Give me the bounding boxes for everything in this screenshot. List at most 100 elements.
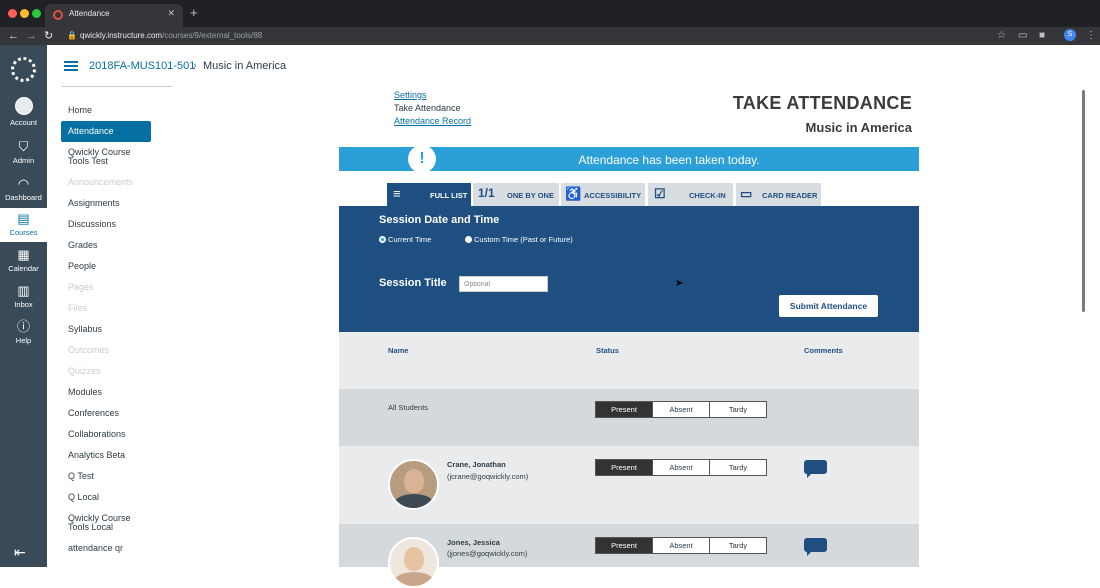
table-header: Name Status Comments [339, 332, 919, 389]
tab-full-list[interactable]: ≡ FULL LIST [387, 183, 471, 206]
session-panel: Session Date and Time Current Time Custo… [339, 206, 919, 332]
course-nav-item: Pages [68, 282, 94, 292]
absent-button[interactable]: Absent [652, 402, 709, 417]
course-nav-item[interactable]: Conferences [61, 403, 151, 424]
tab-check-in[interactable]: ☑ CHECK-IN [648, 183, 733, 206]
breadcrumb-current: Music in America [203, 60, 287, 72]
page-subtitle: Music in America [805, 120, 912, 135]
breadcrumb-course-link[interactable]: 2018FA-MUS101-501 [89, 60, 195, 72]
course-nav-item[interactable]: attendance qr [61, 538, 151, 559]
gnav-dashboard[interactable]: ◠ Dashboard [0, 177, 47, 207]
browser-tab[interactable]: Attendance ✕ [45, 4, 183, 27]
check-in-icon: ☑ [654, 186, 666, 201]
attendance-record-link[interactable]: Attendance Record [394, 115, 471, 128]
browser-toolbar: ← → ↻ 🔒 qwickly.instructure.com/courses/… [0, 27, 1100, 45]
tab-one-by-one[interactable]: 1/1 ONE BY ONE [473, 183, 559, 206]
list-icon: ≡ [393, 186, 401, 201]
canvas-logo-icon[interactable] [11, 57, 36, 82]
tab-card-reader[interactable]: ▭ CARD READER [736, 183, 821, 206]
session-date-heading: Session Date and Time [379, 214, 500, 226]
comment-bubble-icon[interactable] [804, 538, 827, 556]
course-menu-toggle-icon[interactable] [64, 61, 78, 71]
gnav-label: Courses [9, 228, 38, 237]
submit-attendance-button[interactable]: Submit Attendance [779, 295, 878, 317]
table-row: Jones, Jessica (jjones@goqwickly.com) Pr… [339, 524, 919, 588]
present-button[interactable]: Present [596, 402, 652, 417]
present-button[interactable]: Present [596, 460, 652, 475]
course-nav-item[interactable]: Home [61, 100, 151, 121]
mouse-cursor-icon: ➤ [675, 278, 684, 289]
minimize-window-button[interactable] [20, 9, 29, 18]
tool-links: Settings Take Attendance Attendance Reco… [394, 89, 471, 128]
course-nav-item[interactable]: Analytics Beta [61, 445, 151, 466]
absent-button[interactable]: Absent [652, 460, 709, 475]
reload-icon[interactable]: ↻ [44, 29, 53, 43]
radio-label: Current Time [388, 235, 432, 244]
gnav-label: Dashboard [5, 193, 42, 202]
student-name: Jones, Jessica [447, 538, 500, 547]
gnav-calendar[interactable]: ▦ Calendar [0, 248, 47, 280]
zoom-window-button[interactable] [32, 9, 41, 18]
close-tab-icon[interactable]: ✕ [167, 8, 175, 19]
course-nav-item[interactable]: Attendance [61, 121, 151, 142]
gnav-help[interactable]: ⓘ Help [0, 320, 47, 352]
course-nav-item[interactable]: Q Test [61, 466, 151, 487]
column-comments: Comments [804, 346, 843, 355]
tab-accessibility[interactable]: ♿ ACCESSIBILITY [561, 183, 645, 206]
course-nav-item[interactable]: Assignments [61, 193, 151, 214]
dashboard-icon: ◠ [17, 176, 30, 191]
tab-label: FULL LIST [430, 191, 468, 200]
student-name: Crane, Jonathan [447, 460, 506, 469]
present-button[interactable]: Present [596, 538, 652, 553]
tab-label: ACCESSIBILITY [584, 191, 642, 200]
absent-button[interactable]: Absent [652, 538, 709, 553]
browser-menu-icon[interactable]: ⋮ [1086, 30, 1096, 42]
tardy-button[interactable]: Tardy [709, 460, 766, 475]
collapse-nav-icon[interactable]: ⇤ [14, 544, 26, 561]
extension-icon[interactable]: ■ [1039, 30, 1045, 42]
course-nav-item[interactable]: Q Local [61, 487, 151, 508]
tardy-button[interactable]: Tardy [709, 402, 766, 417]
page-scrollbar[interactable] [1082, 90, 1085, 312]
course-nav-item[interactable]: People [61, 256, 151, 277]
custom-time-radio[interactable]: Custom Time (Past or Future) [465, 235, 573, 244]
back-icon[interactable]: ← [8, 29, 19, 43]
course-nav-item[interactable]: Qwickly Course Tools Test [61, 142, 151, 172]
course-nav-item[interactable]: Modules [61, 382, 151, 403]
tab-label: CHECK-IN [689, 191, 726, 200]
help-icon: ⓘ [16, 319, 30, 334]
student-photo [388, 537, 439, 588]
settings-link[interactable]: Settings [394, 89, 471, 102]
course-nav-item[interactable]: Discussions [61, 214, 151, 235]
comment-bubble-icon[interactable] [804, 460, 827, 478]
status-toggle-all: Present Absent Tardy [595, 401, 767, 418]
course-nav-item: Announcements [68, 177, 134, 187]
banner-message: Attendance has been taken today. [578, 153, 760, 167]
gnav-inbox[interactable]: ▥ Inbox [0, 284, 47, 316]
forward-icon[interactable]: → [26, 29, 37, 43]
gnav-admin[interactable]: ⛉ Admin [0, 140, 47, 172]
course-nav-item[interactable]: Syllabus [61, 319, 151, 340]
course-nav-item[interactable]: Qwickly Course Tools Local [61, 508, 151, 538]
current-time-radio[interactable]: Current Time [379, 235, 431, 244]
gnav-account[interactable]: Account [0, 97, 47, 133]
tab-label: CARD READER [762, 191, 818, 200]
address-bar[interactable]: 🔒 qwickly.instructure.com/courses/9/exte… [62, 28, 982, 44]
breadcrumb-separator: › [193, 60, 197, 72]
course-nav-item[interactable]: Collaborations [61, 424, 151, 445]
browser-tabbar: Attendance ✕ + [0, 0, 1100, 27]
gnav-courses[interactable]: ▤ Courses [0, 208, 47, 242]
column-status: Status [596, 346, 619, 355]
course-nav-item[interactable]: Grades [61, 235, 151, 256]
session-title-input[interactable] [459, 276, 548, 292]
new-tab-icon[interactable]: + [190, 6, 198, 19]
close-window-button[interactable] [8, 9, 17, 18]
bookmark-star-icon[interactable]: ☆ [997, 30, 1006, 42]
profile-avatar[interactable]: S [1064, 29, 1076, 41]
student-email: (jcrane@goqwickly.com) [447, 472, 529, 481]
all-students-label: All Students [388, 403, 429, 412]
tardy-button[interactable]: Tardy [709, 538, 766, 553]
inbox-icon: ▥ [17, 283, 30, 298]
cast-icon[interactable]: ▭ [1018, 30, 1027, 42]
table-row: Crane, Jonathan (jcrane@goqwickly.com) P… [339, 446, 919, 524]
